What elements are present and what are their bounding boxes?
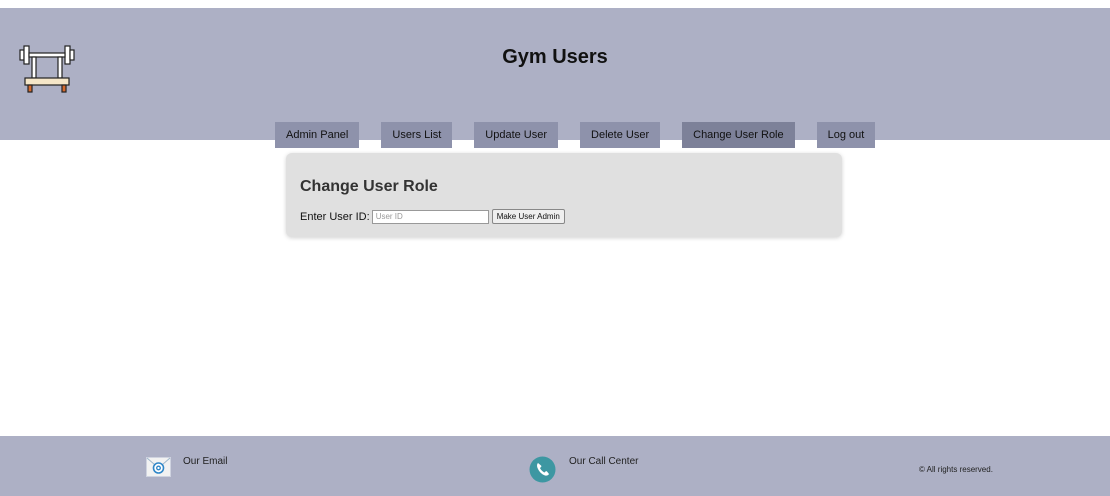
phone-icon bbox=[529, 456, 556, 483]
copyright-text: © All rights reserved. bbox=[919, 465, 993, 474]
nav-delete-user[interactable]: Delete User bbox=[580, 122, 661, 148]
footer-call-label: Our Call Center bbox=[569, 456, 639, 467]
email-at-icon bbox=[146, 457, 171, 477]
nav-admin-panel[interactable]: Admin Panel bbox=[275, 122, 360, 148]
nav-users-list[interactable]: Users List bbox=[381, 122, 453, 148]
nav-log-out[interactable]: Log out bbox=[816, 122, 876, 148]
footer-email[interactable]: Our Email bbox=[146, 456, 227, 477]
footer-call-center[interactable]: Our Call Center bbox=[529, 456, 638, 483]
user-id-form: Enter User ID: Make User Admin bbox=[300, 209, 565, 224]
site-footer: Our Email Our Call Center © All rights r… bbox=[0, 436, 1110, 496]
card-title: Change User Role bbox=[300, 178, 438, 195]
user-id-label: Enter User ID: bbox=[300, 210, 370, 223]
make-user-admin-button[interactable]: Make User Admin bbox=[491, 209, 565, 224]
site-header: Gym Users Admin Panel Users List Update … bbox=[0, 8, 1110, 148]
nav-change-user-role[interactable]: Change User Role bbox=[682, 122, 795, 148]
user-id-input[interactable] bbox=[371, 209, 489, 224]
nav-update-user[interactable]: Update User bbox=[474, 122, 559, 148]
change-role-card: Change User Role Enter User ID: Make Use… bbox=[286, 153, 842, 237]
main-nav: Admin Panel Users List Update User Delet… bbox=[275, 122, 897, 148]
footer-email-label: Our Email bbox=[183, 456, 228, 467]
page-title: Gym Users bbox=[502, 46, 608, 68]
